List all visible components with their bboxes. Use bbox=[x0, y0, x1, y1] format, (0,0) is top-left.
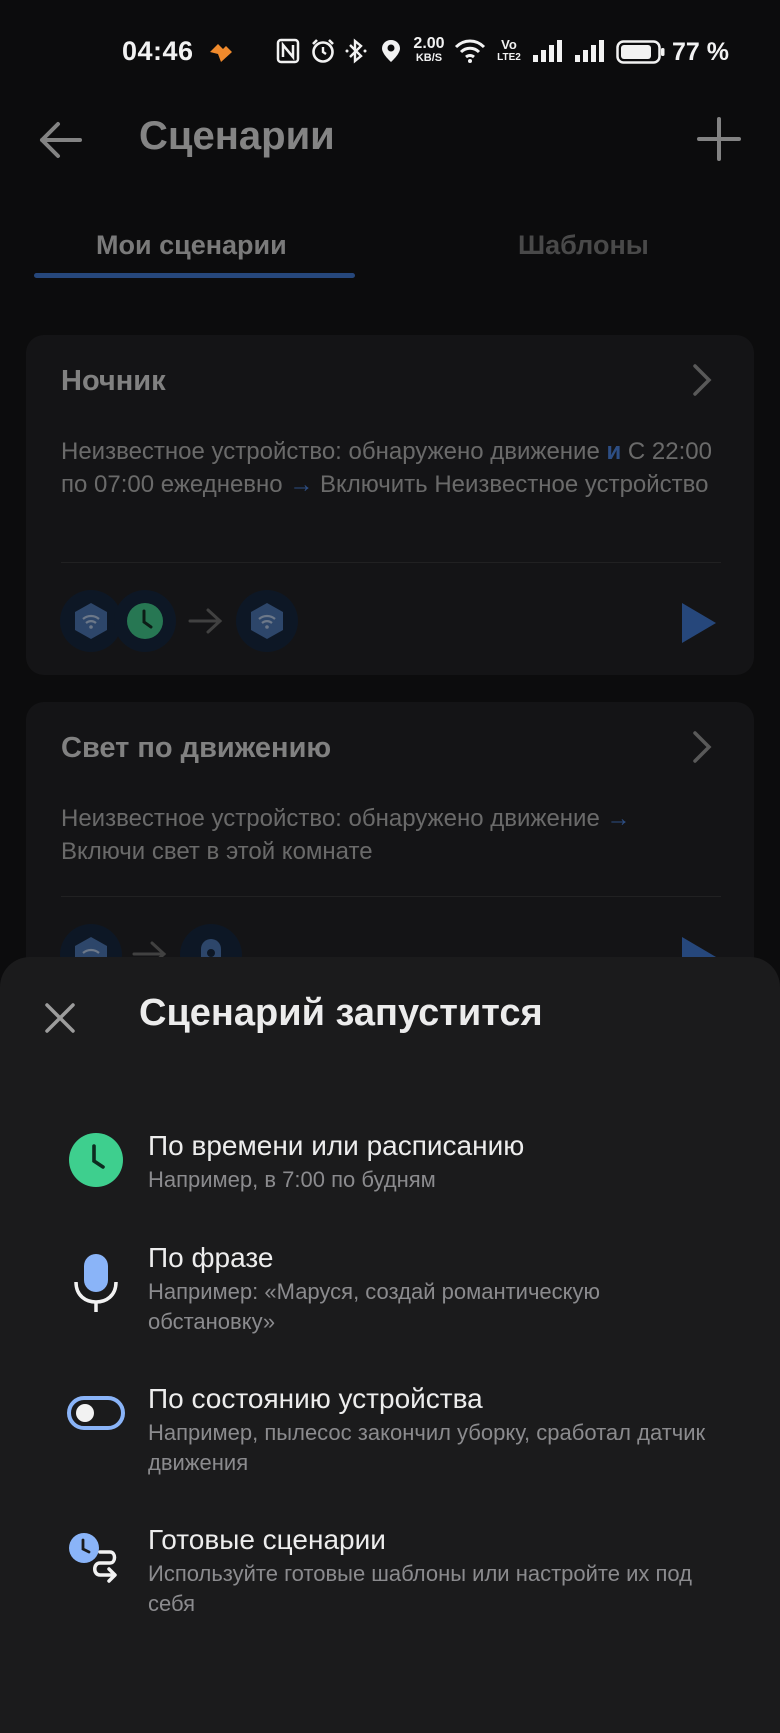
clock-icon bbox=[69, 1133, 123, 1187]
option-title: По времени или расписанию bbox=[148, 1130, 525, 1161]
option-subtitle: Например: «Маруся, создай романтическую … bbox=[148, 1279, 601, 1334]
alarm-icon bbox=[312, 39, 334, 63]
tab-templates[interactable]: Шаблоны bbox=[518, 230, 649, 261]
option-subtitle: Используйте готовые шаблоны или настройт… bbox=[148, 1561, 693, 1616]
wifi-icon bbox=[454, 39, 486, 63]
signal-sim1-icon bbox=[533, 40, 562, 62]
close-icon[interactable] bbox=[42, 1000, 78, 1036]
tab-my-scenarios[interactable]: Мои сценарии bbox=[96, 230, 287, 261]
device-hex-icon bbox=[251, 603, 283, 639]
status-bar: 04:46 2.00 KB/S Vo LTE2 77 % bbox=[0, 0, 780, 104]
page-title: Сценарии bbox=[139, 114, 335, 158]
card-divider bbox=[61, 562, 721, 563]
location-icon bbox=[382, 40, 400, 62]
option-title: По фразе bbox=[148, 1242, 274, 1273]
app-notification-icon bbox=[210, 44, 232, 62]
back-arrow-icon[interactable] bbox=[36, 116, 84, 164]
ready-scenario-icon bbox=[69, 1533, 117, 1583]
active-tab-indicator bbox=[34, 273, 355, 278]
scenario-title: Ночник bbox=[61, 365, 166, 397]
toggle-icon bbox=[67, 1396, 125, 1430]
option-title: По состоянию устройства bbox=[148, 1383, 483, 1414]
add-icon[interactable] bbox=[696, 116, 742, 162]
option-ready-scenarios[interactable]: Готовые сценарии Используйте готовые шаб… bbox=[0, 1514, 780, 1624]
network-speed: 2.00 KB/S bbox=[413, 35, 445, 65]
nfc-icon bbox=[276, 38, 300, 64]
option-subtitle: Например, в 7:00 по будням bbox=[148, 1167, 436, 1192]
volte-indicator: Vo LTE2 bbox=[497, 37, 521, 63]
bluetooth-icon bbox=[345, 38, 367, 64]
scenario-title: Свет по движению bbox=[61, 732, 332, 764]
signal-sim2-icon bbox=[575, 40, 604, 62]
trigger-time-chip bbox=[114, 590, 176, 652]
device-hex-icon bbox=[75, 603, 107, 639]
chevron-right-icon bbox=[693, 364, 712, 396]
option-subtitle: Например, пылесос закончил уборку, срабо… bbox=[148, 1420, 706, 1475]
scenario-description: Неизвестное устройство: обнаружено движе… bbox=[61, 438, 712, 498]
option-time-schedule[interactable]: По времени или расписанию Например, в 7:… bbox=[0, 1120, 780, 1220]
scenario-card-night-light[interactable]: Ночник Неизвестное устройство: обнаружен… bbox=[26, 335, 754, 675]
option-phrase[interactable]: По фразе Например: «Маруся, создай роман… bbox=[0, 1232, 780, 1342]
option-title: Готовые сценарии bbox=[148, 1524, 386, 1555]
arrow-right-icon bbox=[188, 608, 223, 634]
scenario-description: Неизвестное устройство: обнаружено движе… bbox=[61, 805, 631, 865]
option-device-state[interactable]: По состоянию устройства Например, пылесо… bbox=[0, 1373, 780, 1483]
microphone-icon bbox=[74, 1254, 118, 1312]
sheet-title: Сценарий запустится bbox=[139, 992, 543, 1034]
battery-icon bbox=[616, 40, 665, 64]
action-device-chip bbox=[236, 590, 298, 652]
trigger-device-chip bbox=[60, 590, 122, 652]
chevron-right-icon bbox=[693, 731, 712, 763]
play-icon[interactable] bbox=[678, 601, 718, 645]
status-time: 04:46 bbox=[122, 36, 194, 66]
clock-icon bbox=[127, 603, 163, 639]
battery-percent: 77 % bbox=[672, 38, 729, 66]
card-divider bbox=[61, 896, 721, 897]
